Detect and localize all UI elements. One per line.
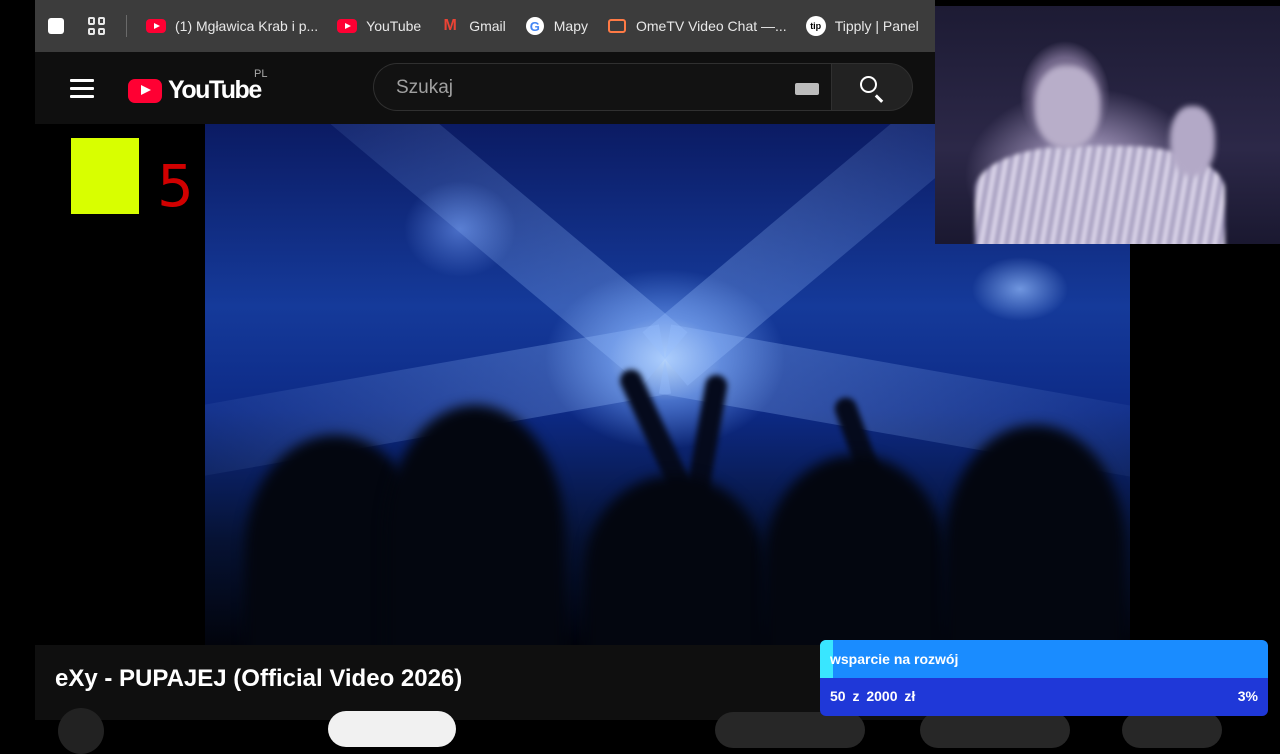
bookmark-mapy[interactable]: G Mapy — [524, 17, 588, 35]
bookmark-tipply[interactable]: tip Tipply | Panel — [805, 16, 919, 36]
bookmark-label: YouTube — [366, 18, 422, 34]
bookmark-label: (1) Mgławica Krab i p... — [175, 18, 319, 34]
share-button[interactable] — [920, 712, 1070, 748]
bookmark-ometv[interactable]: OmeTV Video Chat —... — [606, 18, 787, 34]
bookmark-label: Gmail — [469, 18, 506, 34]
donation-goal-widget: wsparcie na rozwój 50 z 2000 zł 3% — [820, 640, 1268, 716]
keyboard-icon[interactable] — [795, 83, 819, 95]
bookmark-mglawica-krab[interactable]: (1) Mgławica Krab i p... — [145, 18, 318, 34]
tv-icon — [606, 18, 628, 34]
webcam-overlay — [935, 6, 1280, 244]
like-dislike-button[interactable] — [715, 712, 865, 748]
channel-logo-number: 5 — [157, 152, 194, 220]
menu-icon[interactable] — [70, 79, 94, 98]
donation-goal-label: wsparcie na rozwój — [830, 651, 959, 667]
search-icon — [860, 76, 877, 93]
logo-country-code: PL — [254, 68, 268, 80]
donation-amount-row: 50 z 2000 zł 3% — [820, 678, 1268, 716]
search-input[interactable] — [394, 74, 758, 102]
youtube-play-icon — [128, 78, 162, 103]
youtube-logo[interactable]: YouTube PL — [128, 68, 267, 105]
tab-square-icon[interactable] — [48, 18, 64, 34]
bookmark-youtube[interactable]: YouTube — [336, 18, 421, 34]
donation-percent: 3% — [1237, 688, 1258, 704]
channel-avatar[interactable] — [58, 708, 104, 754]
bookmark-label: Tipply | Panel — [834, 18, 919, 34]
bookmark-label: Mapy — [553, 18, 588, 34]
logo-text: YouTube — [168, 76, 262, 104]
search-button[interactable] — [831, 63, 913, 111]
apps-grid-icon[interactable] — [88, 17, 106, 35]
search-box — [373, 63, 831, 111]
youtube-icon — [336, 18, 358, 34]
google-icon: G — [524, 17, 546, 35]
video-title: eXy - PUPAJEJ (Official Video 2026) — [55, 665, 463, 692]
donation-amount: 50 z 2000 zł — [830, 688, 916, 704]
bookmarks-divider — [126, 15, 127, 37]
bookmark-label: OmeTV Video Chat —... — [635, 18, 787, 34]
donation-goal-bar: wsparcie na rozwój — [820, 640, 1268, 678]
download-button[interactable] — [1122, 712, 1222, 748]
subscribe-button[interactable] — [328, 711, 456, 747]
tipply-icon: tip — [805, 16, 827, 36]
gmail-icon: M — [443, 17, 457, 34]
youtube-header: YouTube PL — [35, 52, 935, 124]
bookmarks-bar: (1) Mgławica Krab i p... YouTube M Gmail… — [35, 0, 935, 52]
k-logo-icon — [71, 138, 139, 214]
channel-logo-k5: 5 — [71, 138, 194, 220]
bookmark-gmail[interactable]: M Gmail — [439, 17, 506, 34]
youtube-icon — [145, 18, 167, 34]
